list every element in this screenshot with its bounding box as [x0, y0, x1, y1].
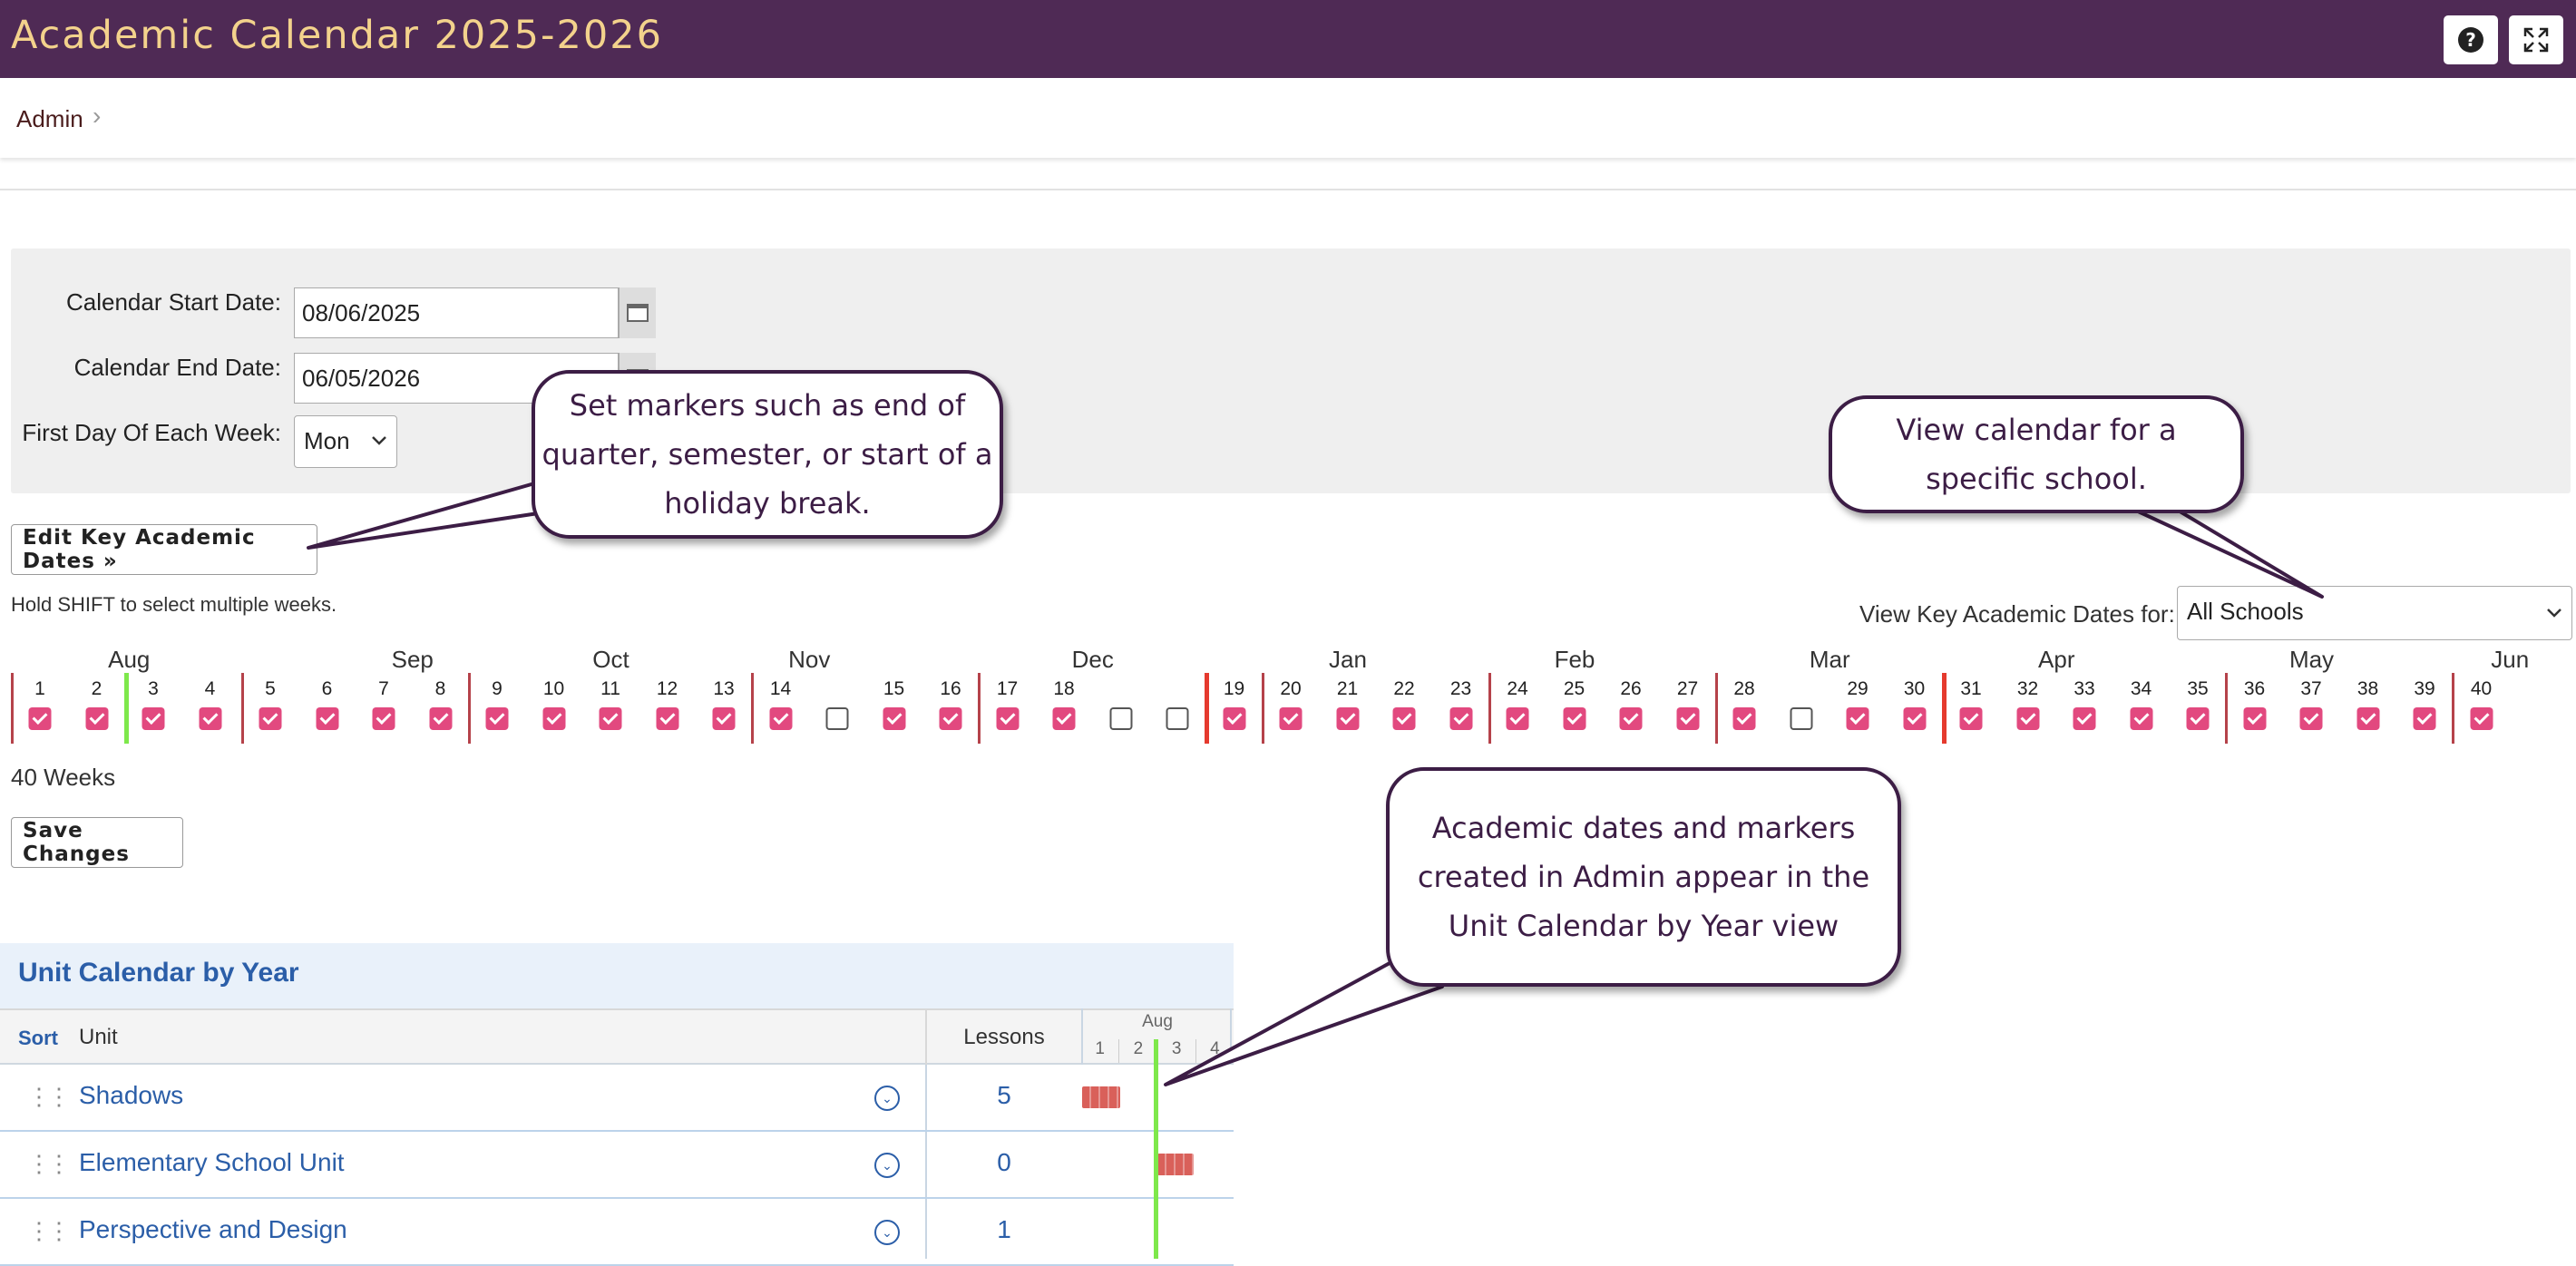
callout-text: specific school. [1926, 462, 2147, 496]
callout-unit-view: Academic dates and markers created in Ad… [1386, 767, 1901, 987]
callout-pointer-markers [307, 479, 546, 550]
callout-text: View calendar for a [1896, 413, 2177, 447]
callout-text: Unit Calendar by Year view [1448, 909, 1839, 943]
callout-school: View calendar for a specific school. [1829, 395, 2244, 513]
callout-text: holiday break. [664, 486, 871, 521]
callout-text: Set markers such as end of [569, 388, 966, 423]
callout-markers: Set markers such as end of quarter, seme… [532, 370, 1003, 539]
callout-text: quarter, semester, or start of a [542, 437, 993, 472]
callout-pointer-school [2121, 502, 2324, 599]
callout-text: Academic dates and markers [1431, 811, 1856, 845]
callout-pointers [307, 479, 2324, 1086]
callout-text: created in Admin appear in the [1417, 860, 1870, 894]
